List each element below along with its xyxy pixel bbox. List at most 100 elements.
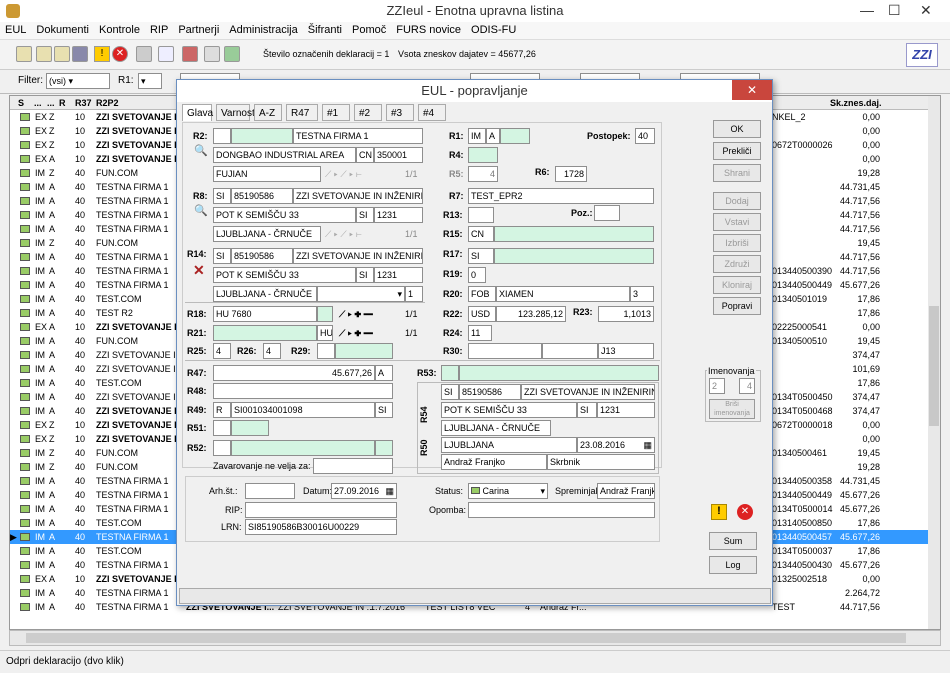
refresh-icon[interactable] bbox=[224, 46, 240, 62]
r2-field-b[interactable] bbox=[231, 128, 293, 144]
r2-zip[interactable]: 350001 bbox=[374, 147, 423, 163]
tab-2[interactable]: A-Z bbox=[254, 104, 282, 121]
calendar-icon[interactable]: ▦ bbox=[643, 438, 652, 452]
col-s[interactable]: S bbox=[18, 96, 24, 110]
r22-amount[interactable]: 123.285,12 bbox=[496, 306, 566, 322]
r2-country[interactable]: CN bbox=[356, 147, 374, 163]
fix-button[interactable]: Popravi bbox=[713, 297, 761, 315]
r54-country[interactable]: SI bbox=[441, 384, 459, 400]
arh-value[interactable] bbox=[245, 483, 295, 499]
maximize-button[interactable]: ☐ bbox=[888, 2, 901, 19]
menu-item-8[interactable]: FURS novice bbox=[391, 22, 466, 38]
col-r37[interactable]: R37 bbox=[75, 96, 92, 110]
r54-zip[interactable]: 1231 bbox=[597, 402, 655, 418]
r52-a[interactable] bbox=[213, 440, 231, 456]
rip-value[interactable] bbox=[245, 502, 397, 518]
merge-button[interactable]: Združi bbox=[713, 255, 761, 273]
menu-item-5[interactable]: Administracija bbox=[224, 22, 302, 38]
copy-icon[interactable] bbox=[36, 46, 52, 62]
search-icon[interactable]: 🔍 bbox=[194, 144, 208, 157]
r47-value[interactable]: 45.677,26 bbox=[213, 365, 375, 381]
menu-item-1[interactable]: Dokumenti bbox=[31, 22, 94, 38]
imenovanja-a[interactable]: 2 bbox=[709, 378, 725, 394]
r14-country2[interactable]: SI bbox=[356, 267, 374, 283]
add-button[interactable]: Dodaj bbox=[713, 192, 761, 210]
datum-value[interactable]: 27.09.2016 ▦ bbox=[331, 483, 397, 499]
r22-currency[interactable]: USD bbox=[468, 306, 496, 322]
r30-value[interactable]: J13 bbox=[598, 343, 654, 359]
r2-city[interactable]: FUJIAN bbox=[213, 166, 321, 182]
r14-zip[interactable]: 1231 bbox=[374, 267, 423, 283]
menu-item-7[interactable]: Pomoč bbox=[347, 22, 391, 38]
tab-1[interactable]: Varnost bbox=[216, 104, 255, 121]
r54-id[interactable]: 85190586 bbox=[459, 384, 521, 400]
filter-select[interactable]: (vsi) ▾ bbox=[46, 73, 110, 89]
r8-country[interactable]: SI bbox=[213, 188, 231, 204]
calendar-icon[interactable]: ▦ bbox=[385, 484, 394, 498]
menu-item-2[interactable]: Kontrole bbox=[94, 22, 145, 38]
r1-c[interactable] bbox=[500, 128, 530, 144]
r30-a[interactable] bbox=[468, 343, 542, 359]
r54-country2[interactable]: SI bbox=[577, 402, 597, 418]
r14-country[interactable]: SI bbox=[213, 248, 231, 264]
r21-value[interactable] bbox=[213, 325, 317, 341]
save-button[interactable]: Shrani bbox=[713, 164, 761, 182]
poz-value[interactable] bbox=[594, 205, 620, 221]
r8-zip[interactable]: 1231 bbox=[374, 207, 423, 223]
r29-a[interactable] bbox=[317, 343, 335, 359]
log-button[interactable]: Log bbox=[709, 556, 757, 574]
r2-address[interactable]: DONGBAO INDUSTRIAL AREA bbox=[213, 147, 356, 163]
warning-icon[interactable]: ! bbox=[94, 46, 110, 62]
zavarovanje-value[interactable] bbox=[313, 458, 393, 474]
error-icon[interactable]: ✕ bbox=[112, 46, 128, 62]
tab-4[interactable]: #1 bbox=[322, 104, 350, 121]
r54-address[interactable]: POT K SEMIŠČU 33 bbox=[441, 402, 577, 418]
r2-field-a[interactable] bbox=[213, 128, 231, 144]
status-select[interactable]: Carina ▾ bbox=[468, 483, 548, 499]
r52-c[interactable] bbox=[375, 440, 393, 456]
export-icon[interactable] bbox=[182, 46, 198, 62]
r47-code[interactable]: A bbox=[375, 365, 393, 381]
r8-nav[interactable]: ⟋ ▸ ⟋ ▸ ⊢ bbox=[325, 226, 362, 242]
r49-a[interactable]: R bbox=[213, 402, 231, 418]
cancel-button[interactable]: Prekliči bbox=[713, 142, 761, 160]
r2-name[interactable]: TESTNA FIRMA 1 bbox=[293, 128, 423, 144]
r29-b[interactable] bbox=[335, 343, 393, 359]
r25-value[interactable]: 4 bbox=[213, 343, 231, 359]
col-r1[interactable]: R bbox=[59, 96, 66, 110]
r54-tab[interactable]: R54 bbox=[419, 385, 433, 423]
open-folder-icon[interactable] bbox=[54, 46, 70, 62]
delete-x-icon[interactable]: ✕ bbox=[193, 262, 205, 279]
r23-value[interactable]: 1,1013 bbox=[598, 306, 654, 322]
r18-value[interactable]: HU 7680 bbox=[213, 306, 317, 322]
r51-a[interactable] bbox=[213, 420, 231, 436]
delete-button[interactable]: Izbriši bbox=[713, 234, 761, 252]
r20-a[interactable]: FOB bbox=[468, 286, 496, 302]
r48-value[interactable] bbox=[213, 383, 393, 399]
r51-b[interactable] bbox=[231, 420, 269, 436]
close-window-button[interactable]: ✕ bbox=[920, 2, 932, 19]
r54-city[interactable]: LJUBLJANA - ČRNUČE bbox=[441, 420, 551, 436]
col-amount[interactable]: Sk.znes.daj. bbox=[830, 96, 882, 110]
warning-icon[interactable]: ! bbox=[711, 504, 727, 520]
opomba-value[interactable] bbox=[468, 502, 655, 518]
sign-icon[interactable] bbox=[136, 46, 152, 62]
r1-b[interactable]: A bbox=[486, 128, 500, 144]
r21-nav[interactable]: ⟋ ▸ ✚ ━ bbox=[339, 325, 373, 341]
r8-city[interactable]: LJUBLJANA - ČRNUČE bbox=[213, 226, 321, 242]
r14-city[interactable]: LJUBLJANA - ČRNUČE bbox=[213, 286, 317, 302]
r53-a[interactable] bbox=[441, 365, 459, 381]
minimize-button[interactable]: — bbox=[860, 2, 874, 18]
r4-value[interactable] bbox=[468, 147, 498, 163]
tab-6[interactable]: #3 bbox=[386, 104, 414, 121]
r50-date[interactable]: 23.08.2016 ▦ bbox=[577, 437, 655, 453]
r50-city[interactable]: LJUBLJANA bbox=[441, 437, 577, 453]
dialog-close-button[interactable]: ✕ bbox=[732, 80, 772, 100]
menu-item-9[interactable]: ODIS-FU bbox=[466, 22, 521, 38]
r54-name[interactable]: ZZI SVETOVANJE IN INŽENIRING, bbox=[521, 384, 655, 400]
r52-b[interactable] bbox=[231, 440, 375, 456]
r24-value[interactable]: 11 bbox=[468, 325, 492, 341]
r20-c[interactable]: 3 bbox=[630, 286, 654, 302]
tab-7[interactable]: #4 bbox=[418, 104, 446, 121]
r50-role[interactable]: Skrbnik bbox=[547, 454, 655, 470]
